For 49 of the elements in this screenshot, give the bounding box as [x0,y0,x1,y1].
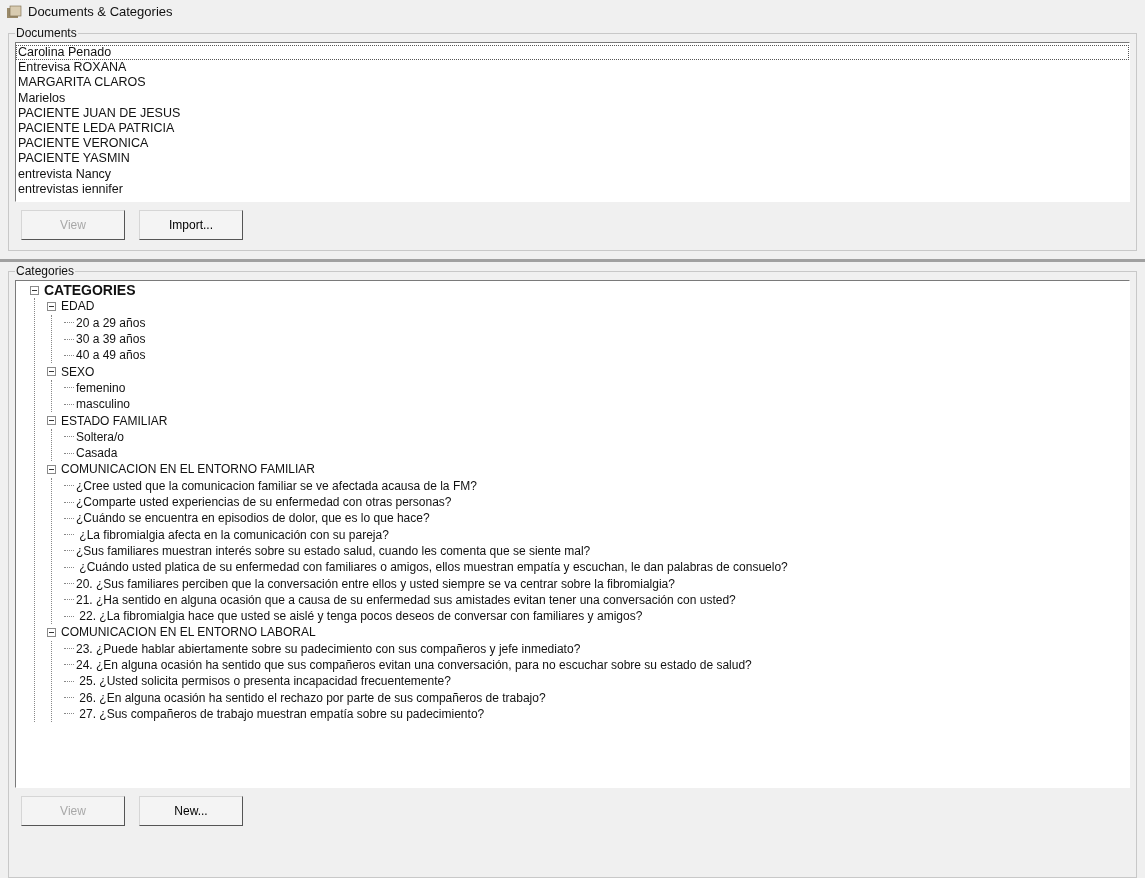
list-item[interactable]: PACIENTE YASMIN [16,151,1129,167]
tree-item[interactable]: 20. ¿Sus familiares perciben que la conversación entre ellos y usted siempre se va centrar sobre la fibromialgia? [76,574,675,593]
tree-item[interactable]: ¿Sus familiares muestran interés sobre su estado salud, cuando les comenta que se siente mal? [76,541,591,560]
tree-item[interactable]: ¿Cuándo usted platica de su enfermedad con familiares o amigos, ellos muestran empatía y escuchan, le dan palabras de consuelo? [76,558,788,577]
collapse-icon[interactable] [30,285,39,295]
folder-icon [6,5,22,19]
documents-list[interactable]: Carolina Penado Entrevisa ROXANA MARGARITA CLAROS Marielos PACIENTE JUAN DE JESUS PACIENTE LEDA PATRICIA PACIENTE VERONICA PACIENTE YASMIN entrevista Nancy entrevistas iennifer [15,42,1130,202]
tree-item[interactable]: 25. ¿Usted solicita permisos o presenta incapacidad frecuentemente? [76,672,451,691]
action-button[interactable]: New... [139,796,243,826]
tree-item[interactable]: 22. ¿La fibromialgia hace que usted se aislé y tenga pocos deseos de conversar con familiares y amigos? [76,607,643,626]
collapse-icon[interactable] [47,301,56,311]
tree-item[interactable]: ¿Comparte usted experiencias de su enfermedad con otras personas? [76,493,452,511]
tree-item[interactable]: COMUNICACION EN EL ENTORNO FAMILIAR [61,460,316,479]
list-item[interactable]: MARGARITA CLAROS [16,75,1129,91]
list-item[interactable]: Marielos [16,90,1129,106]
collapse-icon[interactable] [47,367,56,377]
tree-item[interactable]: 23. ¿Puede hablar abiertamente sobre su padecimiento con sus compañeros y jefe inmediato? [76,639,581,658]
tree-item[interactable]: 26. ¿En alguna ocasión ha sentido el rechazo por parte de sus compañeros de trabajo? [76,688,546,707]
list-item[interactable]: PACIENTE JUAN DE JESUS [16,105,1129,121]
action-button[interactable]: Import... [139,210,243,240]
categories-tree[interactable] [15,280,1130,788]
tree-item[interactable]: ¿Cree usted que la comunicacion familiar se ve afectada acausa de la FM? [76,476,477,495]
window-title: Documents & Categories [28,3,173,22]
tree-item[interactable]: 20 a 29 años [76,313,146,332]
list-item[interactable]: PACIENTE VERONICA [16,136,1129,152]
tree-item[interactable]: 40 a 49 años [76,346,146,365]
list-item[interactable]: PACIENTE LEDA PATRICIA [16,121,1129,137]
tree-item[interactable]: femenino [76,378,126,397]
list-item[interactable]: Entrevisa ROXANA [16,60,1129,76]
collapse-icon[interactable] [47,416,56,425]
tree-item[interactable]: 21. ¿Ha sentido en alguna ocasión que a causa de su enfermedad sus amistades evitan tener una conversación con usted? [76,590,736,609]
group-label: Categories [15,263,76,280]
tree-item[interactable]: Casada [76,444,118,463]
tree-item[interactable]: ¿Cuándo se encuentra en episodios de dolor, que es lo que hace? [76,509,430,528]
collapse-icon[interactable] [47,464,56,474]
tree-item[interactable]: SEXO [61,362,95,381]
list-item[interactable]: entrevista Nancy [16,166,1129,182]
tree-item[interactable]: Soltera/o [76,427,125,446]
collapse-icon[interactable] [47,627,56,637]
tree-item[interactable]: COMUNICACION EN EL ENTORNO LABORAL [61,623,316,642]
tree-item[interactable]: masculino [76,395,131,414]
tree-item[interactable]: ESTADO FAMILIAR [61,411,168,430]
tree-item[interactable]: 30 a 39 años [76,330,146,349]
list-item[interactable]: entrevistas iennifer [16,181,1129,198]
tree-item[interactable]: 24. ¿En alguna ocasión ha sentido que sus compañeros evitan una conversación, para no escuchar sobre su estado de salud? [76,656,752,674]
group-label: Documents [15,25,78,42]
list-item[interactable]: Carolina Penado [16,45,1129,61]
tree-item[interactable]: 27. ¿Sus compañeros de trabajo muestran empatía sobre su padecimiento? [76,704,485,723]
tree-item[interactable]: ¿La fibromialgia afecta en la comunicación con su pareja? [76,525,389,544]
